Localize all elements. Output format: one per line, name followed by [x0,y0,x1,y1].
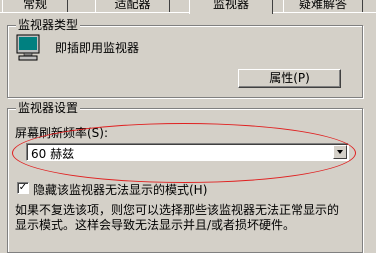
tab-general[interactable]: 常规 [2,0,68,12]
refresh-rate-value: 60 赫兹 [31,147,75,161]
monitor-settings-title: 监视器设置 [16,101,81,115]
refresh-rate-select[interactable]: 60 赫兹 [26,143,349,161]
hide-modes-note: 如果不复选该项，则您可以选择那些该监视器无法正常显示的 显示模式。这样会导致无法… [15,203,365,233]
tab-divider [0,12,376,13]
tab-label: 适配器 [114,0,151,11]
tab-label: 监视器 [212,0,249,11]
hide-modes-checkbox[interactable]: ✓ [17,182,29,194]
note-line-2: 显示模式。这样会导致无法显示并且/或者损坏硬件。 [15,218,296,232]
tab-label: 常规 [22,0,47,11]
tab-adapter[interactable]: 适配器 [95,0,170,12]
note-line-1: 如果不复选该项，则您可以选择那些该监视器无法正常显示的 [15,203,340,217]
refresh-rate-label: 屏幕刷新频率(S): [15,126,109,140]
tab-monitor[interactable]: 监视器 [189,0,273,14]
hide-modes-label[interactable]: 隐藏该监视器无法显示的模式(H) [33,181,207,198]
tab-troubleshoot[interactable]: 疑难解答 [283,0,363,12]
monitor-name: 即插即用监视器 [55,41,140,55]
properties-button[interactable]: 属性(P) [238,69,341,88]
tab-label: 疑难解答 [298,0,347,11]
chevron-down-icon[interactable] [333,145,347,159]
monitor-type-title: 监视器类型 [16,18,81,32]
monitor-icon [16,34,40,61]
